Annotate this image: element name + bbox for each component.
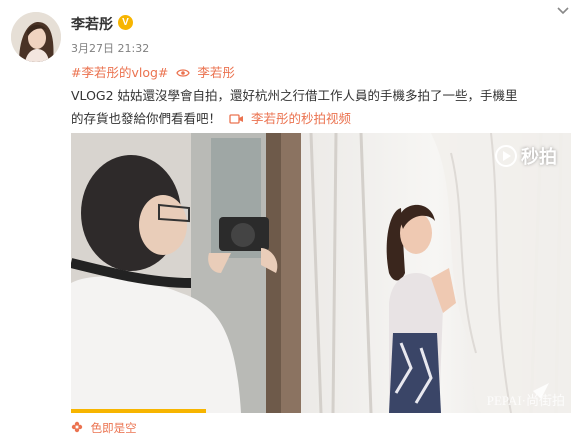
- avatar[interactable]: [11, 12, 61, 62]
- miaopai-watermark: 秒拍: [495, 143, 557, 169]
- post-tags-line: #李若彤的vlog# 李若彤: [71, 62, 235, 81]
- avatar-image: [11, 12, 61, 62]
- post-text-line-2: 的存貨也發給你們看看吧！ 李若彤的秒拍视频: [71, 108, 351, 127]
- hashtag-link[interactable]: #李若彤的vlog#: [71, 65, 168, 80]
- post-text-continued: 的存貨也發給你們看看吧！: [71, 111, 222, 126]
- corner-watermark: PEPAI·尚街拍: [486, 393, 565, 408]
- flower-icon: [71, 421, 83, 433]
- watermark-text: 秒拍: [521, 147, 557, 168]
- play-icon: [495, 145, 517, 167]
- video-thumbnail: [71, 133, 571, 413]
- post-timestamp[interactable]: 3月27日 21:32: [71, 40, 149, 56]
- author-name[interactable]: 李若彤: [71, 14, 113, 34]
- eye-icon: [176, 69, 191, 77]
- topic-tag[interactable]: 色即是空: [71, 420, 137, 436]
- mention-link[interactable]: 李若彤: [197, 65, 235, 80]
- topic-label[interactable]: 色即是空: [91, 421, 137, 435]
- video-link[interactable]: 李若彤的秒拍视频: [251, 111, 351, 126]
- video-player[interactable]: 秒拍 PEPAI·尚街拍: [71, 133, 571, 413]
- chevron-down-icon[interactable]: [556, 6, 570, 16]
- verified-badge: V: [118, 15, 133, 30]
- video-icon: [229, 114, 243, 124]
- post-text-line-1: VLOG2 姑姑還沒學會自拍，還好杭州之行借工作人員的手機多拍了一些，手機里: [71, 88, 518, 103]
